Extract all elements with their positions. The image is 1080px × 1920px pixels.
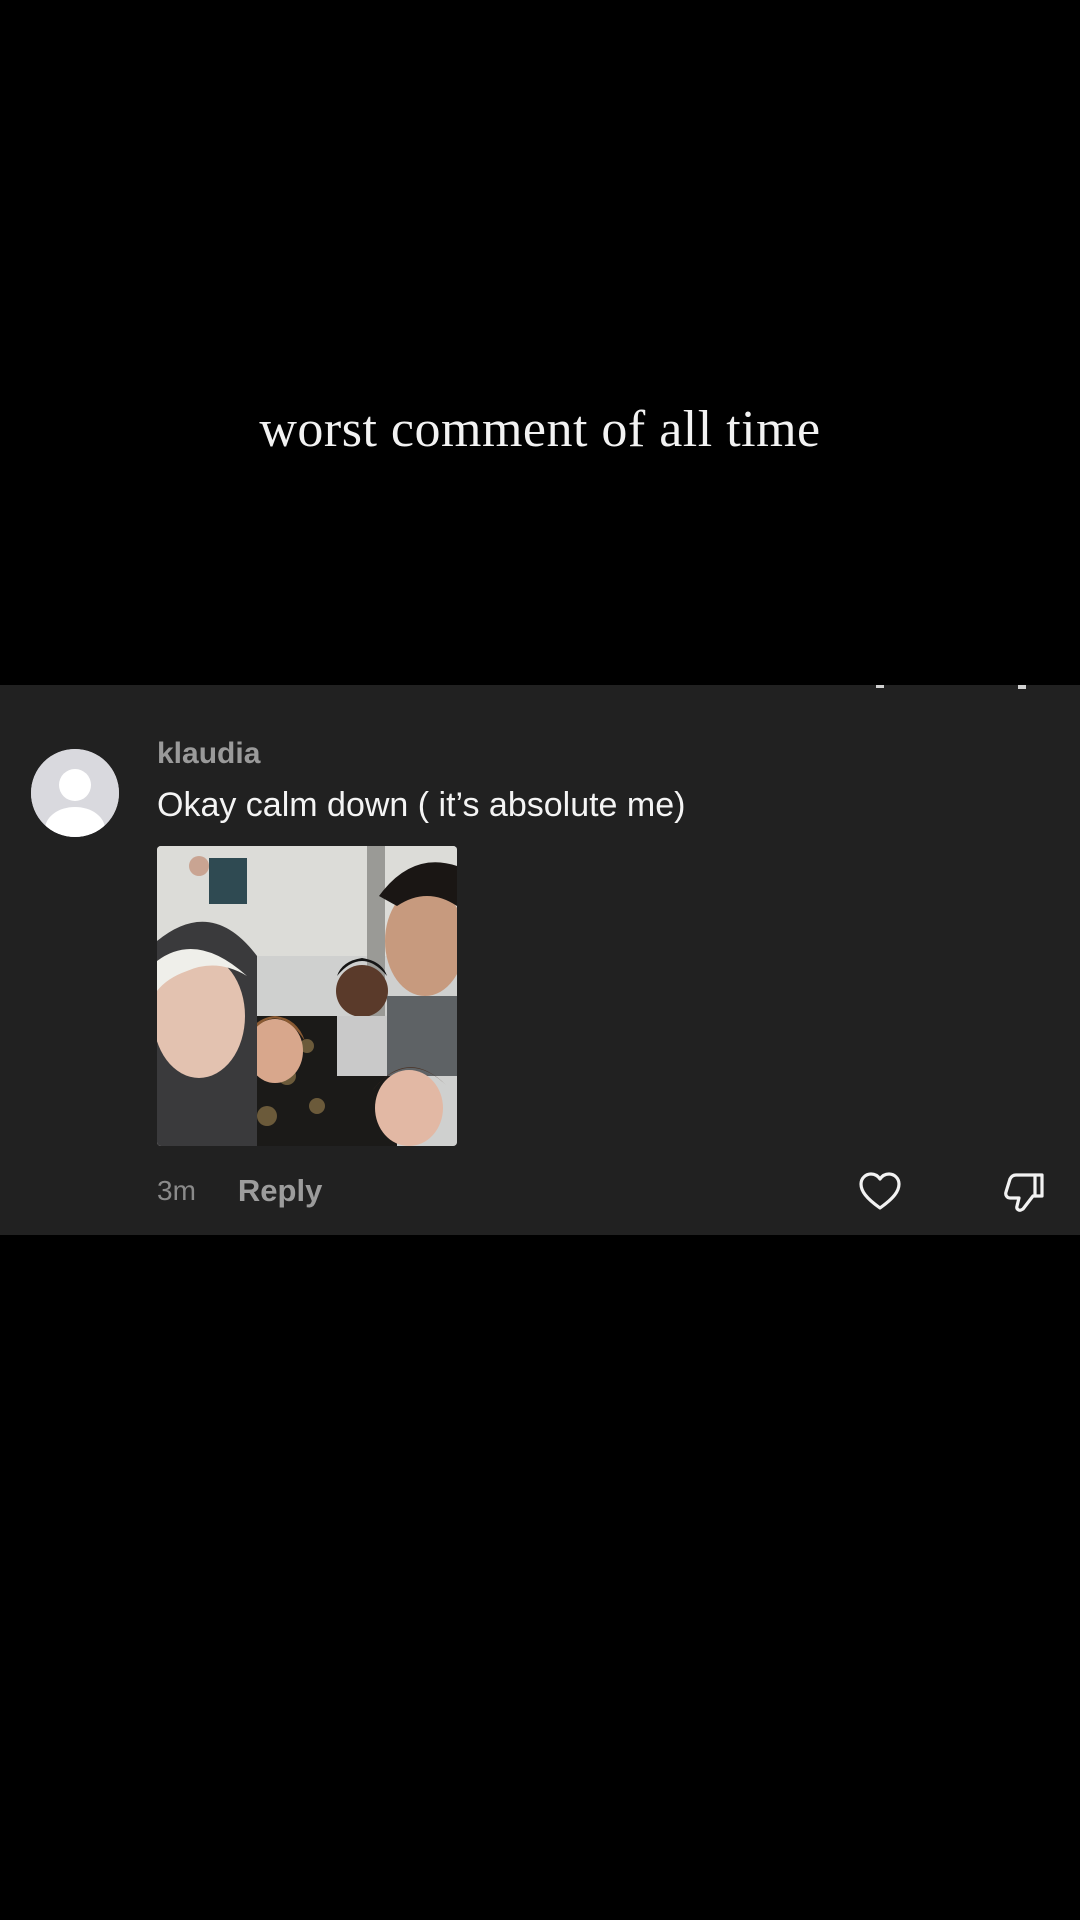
avatar[interactable] xyxy=(31,749,119,837)
comment-timestamp: 3m xyxy=(157,1175,196,1206)
group-selfie-photo xyxy=(157,846,457,1146)
video-caption: worst comment of all time xyxy=(259,401,821,458)
comment-attached-image[interactable] xyxy=(157,846,457,1146)
top-edge-marks xyxy=(876,685,1026,689)
thumbs-down-icon xyxy=(1004,1173,1044,1212)
comment-meta-row: 3m Reply xyxy=(157,1171,322,1211)
comment-username[interactable]: klaudia xyxy=(157,737,260,771)
like-button[interactable] xyxy=(858,1170,902,1214)
comment-text: Okay calm down ( it’s absolute me) xyxy=(157,786,686,824)
dislike-button[interactable] xyxy=(1002,1170,1046,1214)
reply-button[interactable]: Reply xyxy=(238,1173,322,1209)
comment-card: klaudia Okay calm down ( it’s absolute m… xyxy=(0,685,1080,1235)
heart-icon xyxy=(859,1172,901,1210)
default-avatar-icon xyxy=(31,749,119,837)
